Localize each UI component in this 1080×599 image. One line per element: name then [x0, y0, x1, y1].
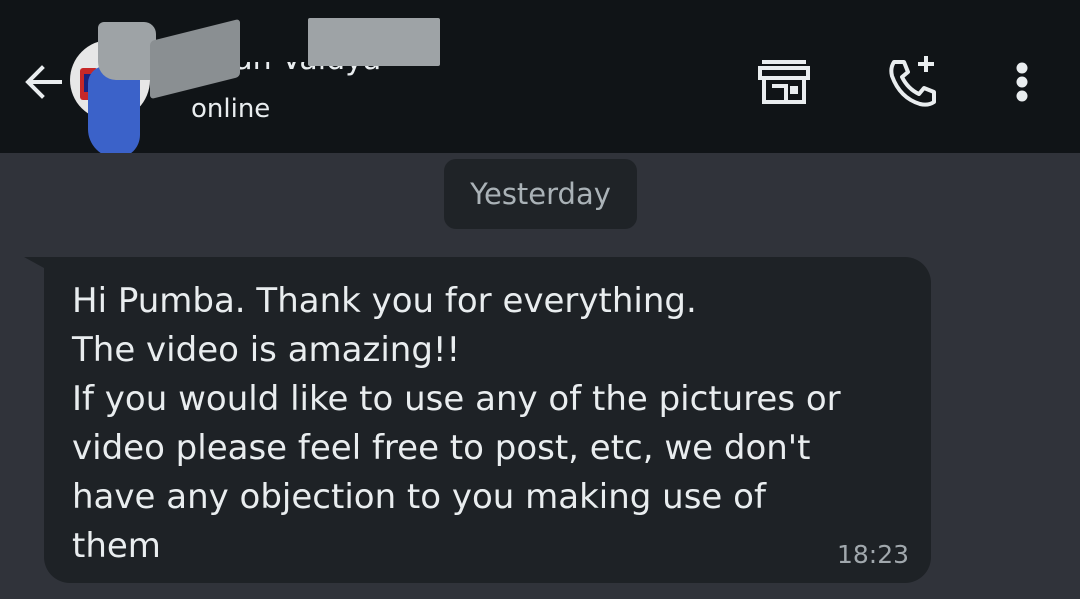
date-separator: Yesterday [444, 159, 637, 229]
message-timestamp: 18:23 [836, 540, 909, 569]
redaction-mark [150, 18, 240, 100]
redaction-mark [308, 18, 440, 66]
contact-status: online [191, 94, 271, 124]
more-vertical-icon [1016, 62, 1028, 102]
add-call-button[interactable] [880, 50, 944, 114]
overflow-menu-button[interactable] [990, 50, 1054, 114]
storefront-icon [758, 60, 810, 104]
message-text: Hi Pumba. Thank you for everything. The … [72, 281, 841, 566]
chat-header: Jagan Vaidya online [0, 0, 1080, 158]
redaction-mark [98, 22, 156, 80]
back-button[interactable] [20, 58, 68, 106]
arrow-left-icon [25, 65, 62, 99]
message-list[interactable]: Yesterday Hi Pumba. Thank you for everyt… [0, 153, 1080, 599]
message-bubble[interactable]: Hi Pumba. Thank you for everything. The … [44, 257, 931, 583]
add-call-icon [889, 56, 936, 107]
catalog-button[interactable] [752, 50, 816, 114]
chat-screen: Jagan Vaidya online Yesterday Hi Pumba. … [0, 0, 1080, 599]
